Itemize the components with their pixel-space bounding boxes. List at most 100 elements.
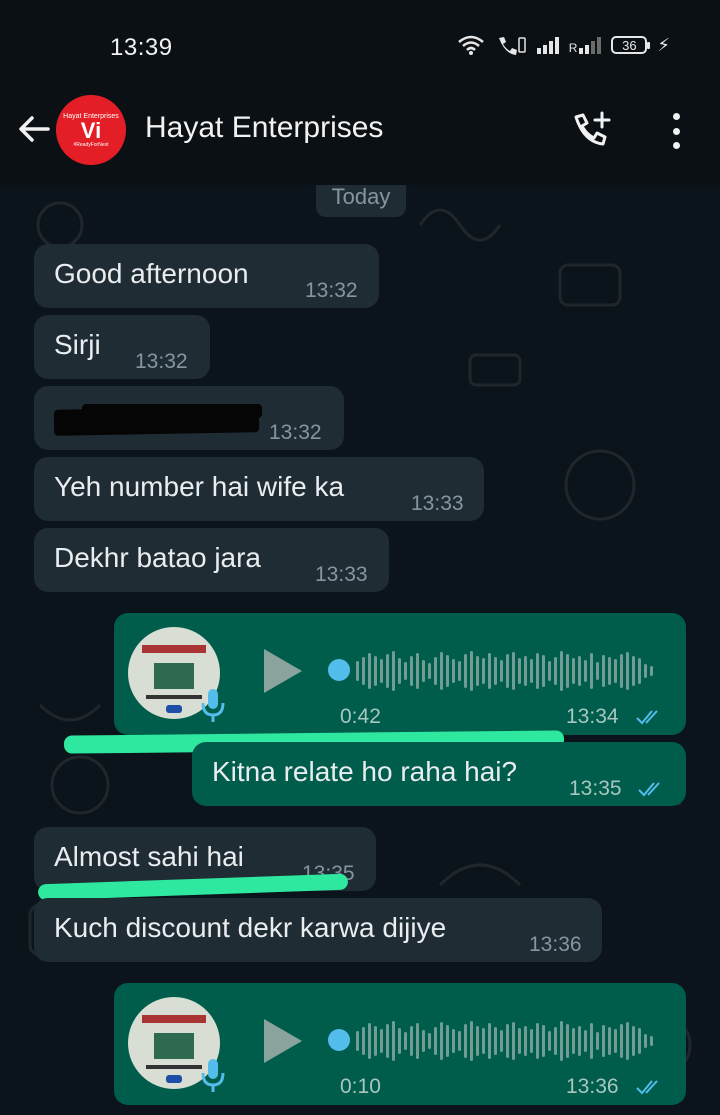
status-time: 13:39 xyxy=(110,34,173,61)
message-time: 13:35 xyxy=(569,777,622,800)
waveform-bar xyxy=(524,656,527,686)
waveform-bar xyxy=(488,653,491,689)
waveform-bar xyxy=(638,658,641,684)
date-chip: Today xyxy=(316,185,406,217)
avatar-tagline: #ReadyForNext xyxy=(73,141,109,148)
waveform-bar xyxy=(638,1028,641,1054)
waveform-bar xyxy=(428,1033,431,1049)
play-icon[interactable] xyxy=(264,649,302,693)
message-bubble-incoming[interactable]: Yeh number hai wife ka 13:33 xyxy=(34,457,484,521)
message-text: Yeh number hai wife ka xyxy=(54,471,345,502)
waveform-bar xyxy=(488,1023,491,1059)
wifi-icon xyxy=(457,35,484,55)
waveform-bar xyxy=(524,1026,527,1056)
message-bubble-incoming[interactable]: Sirji 13:32 xyxy=(34,315,210,379)
read-ticks-icon xyxy=(636,1080,658,1095)
waveform-bar xyxy=(602,1025,605,1057)
microphone-icon xyxy=(201,689,225,722)
waveform-bar xyxy=(368,653,371,689)
audio-seek-handle[interactable] xyxy=(328,1029,350,1051)
voice-message-bubble[interactable]: 0:10 13:36 xyxy=(114,983,686,1105)
waveform-bar xyxy=(566,654,569,688)
battery-level: 36 xyxy=(622,37,637,53)
waveform-bar xyxy=(554,1027,557,1055)
add-call-icon[interactable] xyxy=(570,109,614,153)
message-bubble-outgoing[interactable]: Kitna relate ho raha hai? 13:35 xyxy=(192,742,686,806)
waveform-bar xyxy=(410,1026,413,1056)
waveform-bar xyxy=(392,651,395,691)
message-text: Sirji xyxy=(54,329,101,360)
message-time: 13:32 xyxy=(135,350,188,373)
waveform-bar xyxy=(560,651,563,691)
waveform-bar xyxy=(398,1028,401,1054)
message-bubble-incoming[interactable]: 13:32 xyxy=(34,386,344,450)
waveform-bar xyxy=(374,656,377,686)
waveform-bar xyxy=(620,654,623,688)
waveform-bar xyxy=(518,658,521,684)
chat-area[interactable]: Today Good afternoon 13:32 Sirji 13:32 1… xyxy=(0,185,720,1115)
waveform-bar xyxy=(380,1029,383,1053)
waveform-bar xyxy=(572,658,575,684)
waveform-bar xyxy=(446,655,449,687)
status-bar: 13:39 R 36 ⚡ xyxy=(0,0,720,95)
waveform-bar xyxy=(596,662,599,680)
waveform-bar xyxy=(470,651,473,691)
wifi-calling-icon xyxy=(498,37,526,55)
waveform-bar xyxy=(416,1023,419,1059)
waveform-bar xyxy=(584,660,587,682)
message-bubble-incoming[interactable]: Kuch discount dekr karwa dijiye 13:36 xyxy=(34,898,602,962)
message-time: 13:32 xyxy=(269,421,322,444)
message-time: 13:36 xyxy=(566,1075,619,1098)
waveform-bar xyxy=(434,657,437,685)
audio-waveform[interactable] xyxy=(356,649,656,693)
waveform-bar xyxy=(578,656,581,686)
waveform-bar xyxy=(632,656,635,686)
charging-icon: ⚡ xyxy=(657,34,670,55)
play-icon[interactable] xyxy=(264,1019,302,1063)
waveform-bar xyxy=(518,1028,521,1054)
voice-message-bubble[interactable]: 0:42 13:34 xyxy=(114,613,686,735)
message-time: 13:32 xyxy=(305,279,358,302)
waveform-bar xyxy=(500,660,503,682)
message-time: 13:33 xyxy=(411,492,464,515)
waveform-bar xyxy=(416,653,419,689)
message-text: Kuch discount dekr karwa dijiye xyxy=(54,912,447,943)
waveform-bar xyxy=(626,652,629,690)
waveform-bar xyxy=(536,653,539,689)
waveform-bar xyxy=(476,1026,479,1056)
back-arrow-icon[interactable] xyxy=(14,109,54,149)
waveform-bar xyxy=(392,1021,395,1061)
contact-avatar[interactable]: Hayat Enterprises Vi #ReadyForNext xyxy=(56,95,126,165)
more-options-icon[interactable] xyxy=(666,113,686,149)
waveform-bar xyxy=(566,1024,569,1058)
contact-name[interactable]: Hayat Enterprises xyxy=(145,111,383,145)
waveform-bar xyxy=(428,663,431,679)
waveform-bar xyxy=(494,657,497,685)
waveform-bar xyxy=(482,1028,485,1054)
waveform-bar xyxy=(572,1028,575,1054)
waveform-bar xyxy=(560,1021,563,1061)
message-bubble-incoming[interactable]: Dekhr batao jara 13:33 xyxy=(34,528,389,592)
status-icons: R 36 ⚡ xyxy=(457,34,670,56)
waveform-bar xyxy=(512,1022,515,1060)
waveform-bar xyxy=(374,1026,377,1056)
waveform-bar xyxy=(386,654,389,688)
waveform-bar xyxy=(584,1030,587,1052)
waveform-bar xyxy=(548,661,551,681)
message-bubble-incoming[interactable]: Good afternoon 13:32 xyxy=(34,244,379,308)
waveform-bar xyxy=(554,657,557,685)
waveform-bar xyxy=(476,656,479,686)
waveform-bar xyxy=(530,659,533,683)
audio-seek-handle[interactable] xyxy=(328,659,350,681)
waveform-bar xyxy=(404,1032,407,1050)
message-time: 13:36 xyxy=(529,933,582,956)
read-ticks-icon xyxy=(638,782,660,797)
waveform-bar xyxy=(446,1025,449,1057)
waveform-bar xyxy=(548,1031,551,1051)
waveform-bar xyxy=(542,1025,545,1057)
audio-waveform[interactable] xyxy=(356,1019,656,1063)
waveform-bar xyxy=(452,659,455,683)
waveform-bar xyxy=(356,661,359,681)
waveform-bar xyxy=(440,652,443,690)
waveform-bar xyxy=(434,1027,437,1055)
